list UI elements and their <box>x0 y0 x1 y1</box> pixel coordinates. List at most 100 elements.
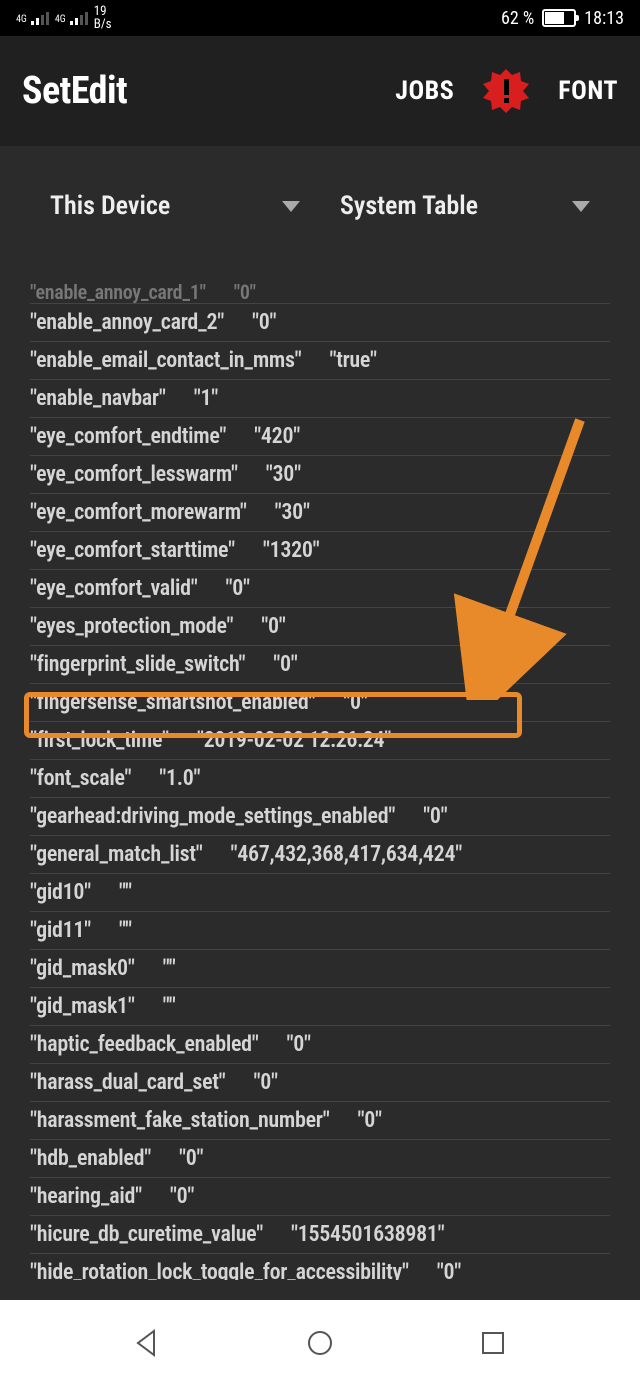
row-key: "first_lock_time" <box>30 728 169 753</box>
table-row[interactable]: "eye_comfort_starttime" "1320" <box>30 532 610 570</box>
table-row[interactable]: "gearhead:driving_mode_settings_enabled"… <box>30 798 610 836</box>
table-row[interactable]: "font_scale" "1.0" <box>30 760 610 798</box>
table-row[interactable]: "fingerprint_slide_switch" "0" <box>30 646 610 684</box>
row-value: "0" <box>287 1032 311 1057</box>
recent-button[interactable] <box>473 1323 513 1363</box>
table-row[interactable]: "hicure_db_curetime_value" "1554501638981… <box>30 1216 610 1254</box>
chevron-down-icon <box>282 201 300 212</box>
table-row[interactable]: "eye_comfort_valid" "0" <box>30 570 610 608</box>
row-value: "0" <box>252 310 276 335</box>
jobs-button[interactable]: JOBS <box>395 76 454 106</box>
table-dropdown-label: System Table <box>340 191 478 221</box>
battery-icon <box>542 9 576 27</box>
table-row[interactable]: "enable_annoy_card_1" "0" <box>30 280 610 304</box>
clock: 18:13 <box>584 8 624 29</box>
app-actions: JOBS FONT <box>395 67 618 115</box>
row-value: "0" <box>170 1184 194 1209</box>
row-value: "30" <box>275 500 310 525</box>
row-value: "1554501638981" <box>291 1222 444 1247</box>
row-key: "eye_comfort_morewarm" <box>30 500 247 525</box>
table-row[interactable]: "gid_mask1""" <box>30 988 610 1026</box>
settings-list[interactable]: "enable_annoy_card_1""0""enable_annoy_ca… <box>30 280 610 1280</box>
row-key: "hide_rotation_lock_toggle_for_accessibi… <box>30 1260 409 1280</box>
row-value: "0" <box>423 804 447 829</box>
table-row[interactable]: "gid10" "" <box>30 874 610 912</box>
table-row[interactable]: "enable_annoy_card_2" "0" <box>30 304 610 342</box>
table-row[interactable]: "hide_rotation_lock_toggle_for_accessibi… <box>30 1254 610 1280</box>
table-row[interactable]: "first_lock_time" "2019-02-02 12:26:24" <box>30 722 610 760</box>
row-value: "467,432,368,417,634,424" <box>230 842 462 867</box>
row-key: "harassment_fake_station_number" <box>30 1108 330 1133</box>
row-value: "" <box>119 918 132 943</box>
row-key: "hearing_aid" <box>30 1184 142 1209</box>
row-key: "gid10" <box>30 880 91 905</box>
row-key: "fingersense_smartshot_enabled" <box>30 690 315 715</box>
table-row[interactable]: "haptic_feedback_enabled" "0" <box>30 1026 610 1064</box>
app-title: SetEdit <box>22 69 127 113</box>
row-value: "0" <box>273 652 297 677</box>
table-row[interactable]: "eye_comfort_lesswarm""30" <box>30 456 610 494</box>
navigation-bar <box>0 1300 640 1386</box>
back-button[interactable] <box>127 1323 167 1363</box>
chevron-down-icon <box>572 201 590 212</box>
row-value: "0" <box>253 1070 277 1095</box>
row-key: "eyes_protection_mode" <box>30 614 233 639</box>
device-dropdown-label: This Device <box>50 191 170 221</box>
table-row[interactable]: "general_match_list" "467,432,368,417,634… <box>30 836 610 874</box>
table-row[interactable]: "harassment_fake_station_number""0" <box>30 1102 610 1140</box>
row-value: "" <box>163 994 176 1019</box>
row-value: "" <box>119 880 132 905</box>
row-key: "enable_annoy_card_2" <box>30 310 224 335</box>
table-row[interactable]: "enable_email_contact_in_mms""true" <box>30 342 610 380</box>
row-key: "eye_comfort_valid" <box>30 576 198 601</box>
table-row[interactable]: "hearing_aid" "0" <box>30 1178 610 1216</box>
table-dropdown[interactable]: System Table <box>340 191 590 221</box>
row-key: "eye_comfort_lesswarm" <box>30 462 238 487</box>
row-value: "0" <box>179 1146 203 1171</box>
row-key: "enable_navbar" <box>30 386 166 411</box>
table-row[interactable]: "eye_comfort_morewarm" "30" <box>30 494 610 532</box>
app-bar: SetEdit JOBS FONT <box>0 36 640 146</box>
row-value: "0" <box>343 690 367 715</box>
row-key: "eye_comfort_endtime" <box>30 424 226 449</box>
row-value: "0" <box>261 614 285 639</box>
row-value: "1320" <box>263 538 320 563</box>
device-dropdown[interactable]: This Device <box>50 191 300 221</box>
dropdown-row: This Device System Table <box>0 146 640 266</box>
row-value: "1.0" <box>159 766 200 791</box>
row-key: "enable_annoy_card_1" <box>30 280 206 304</box>
row-key: "fingerprint_slide_switch" <box>30 652 245 677</box>
table-row[interactable]: "eyes_protection_mode" "0" <box>30 608 610 646</box>
net-speed: 19 B/s <box>94 5 112 31</box>
row-value: "420" <box>254 424 300 449</box>
row-value: "" <box>163 956 176 981</box>
row-key: "eye_comfort_starttime" <box>30 538 235 563</box>
row-key: "hicure_db_curetime_value" <box>30 1222 263 1247</box>
row-value: "2019-02-02 12:26:24" <box>197 728 391 753</box>
row-key: "gid11" <box>30 918 91 943</box>
table-row[interactable]: "enable_navbar""1" <box>30 380 610 418</box>
home-button[interactable] <box>300 1323 340 1363</box>
row-key: "font_scale" <box>30 766 131 791</box>
row-value: "0" <box>437 1260 461 1280</box>
table-row[interactable]: "eye_comfort_endtime" "420" <box>30 418 610 456</box>
row-key: "gid_mask0" <box>30 956 135 981</box>
row-key: "haptic_feedback_enabled" <box>30 1032 259 1057</box>
row-key: "general_match_list" <box>30 842 202 867</box>
row-value: "0" <box>226 576 250 601</box>
signal-2: 4G <box>55 12 88 25</box>
table-row[interactable]: "hdb_enabled" "0" <box>30 1140 610 1178</box>
table-row[interactable]: "gid11" "" <box>30 912 610 950</box>
table-row[interactable]: "harass_dual_card_set" "0" <box>30 1064 610 1102</box>
signal-1: 4G <box>16 12 49 25</box>
row-key: "harass_dual_card_set" <box>30 1070 225 1095</box>
status-right: 62 % 18:13 <box>501 8 624 29</box>
table-row[interactable]: "fingersense_smartshot_enabled" "0" <box>30 684 610 722</box>
row-value: "0" <box>234 280 256 304</box>
row-key: "hdb_enabled" <box>30 1146 151 1171</box>
alert-burst-icon[interactable] <box>482 67 530 115</box>
table-row[interactable]: "gid_mask0" "" <box>30 950 610 988</box>
font-button[interactable]: FONT <box>558 76 618 106</box>
row-key: "gearhead:driving_mode_settings_enabled" <box>30 804 395 829</box>
status-bar: 4G 4G 19 B/s 62 % 18:13 <box>0 0 640 36</box>
